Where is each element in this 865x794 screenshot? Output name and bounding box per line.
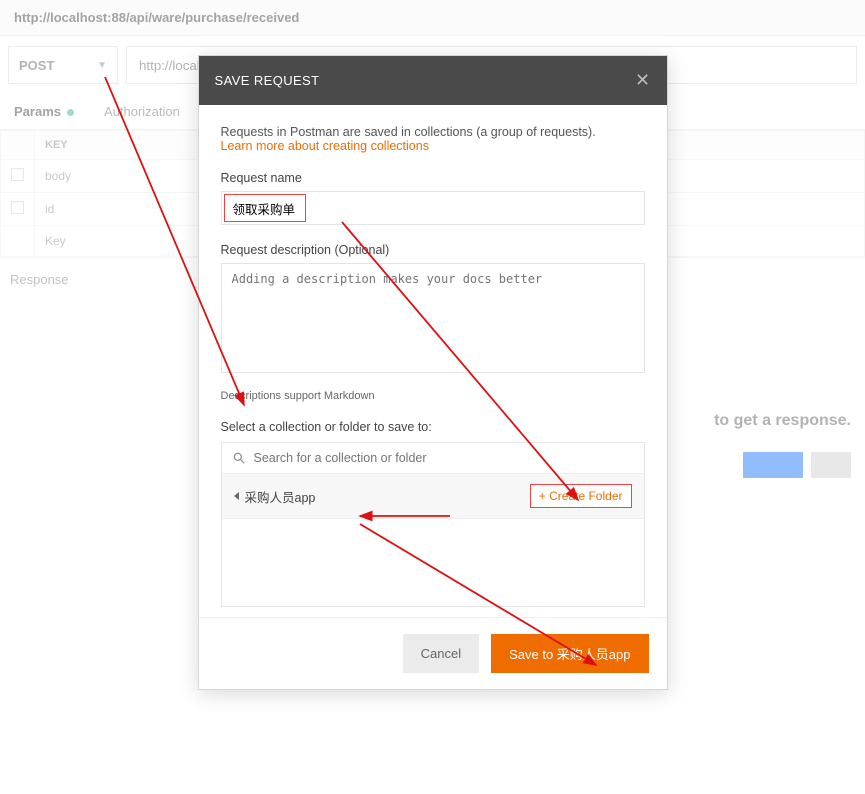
- request-desc-input[interactable]: [221, 263, 645, 373]
- request-name-input[interactable]: [224, 194, 306, 222]
- save-button[interactable]: Save to 采购人员app: [491, 634, 648, 673]
- learn-more-link[interactable]: Learn more about creating collections: [221, 139, 645, 153]
- request-name-label: Request name: [221, 171, 645, 185]
- collection-search-input[interactable]: [254, 451, 634, 465]
- close-icon[interactable]: ✕: [635, 70, 650, 91]
- search-icon: [232, 451, 246, 465]
- modal-header: SAVE REQUEST ✕: [199, 56, 667, 105]
- collection-row-left: 采购人员app: [234, 487, 316, 506]
- collection-empty-area: [222, 519, 644, 606]
- collection-picker: 采购人员app + Create Folder: [221, 442, 645, 607]
- cancel-button[interactable]: Cancel: [403, 634, 479, 673]
- request-desc-label: Request description (Optional): [221, 243, 645, 257]
- markdown-hint: Descriptions support Markdown: [221, 390, 645, 402]
- modal-body: Requests in Postman are saved in collect…: [199, 105, 667, 617]
- modal-title: SAVE REQUEST: [215, 73, 320, 88]
- select-collection-label: Select a collection or folder to save to…: [221, 420, 645, 434]
- collection-row[interactable]: 采购人员app + Create Folder: [222, 474, 644, 519]
- caret-left-icon[interactable]: [234, 492, 239, 500]
- collection-search-row: [222, 443, 644, 474]
- modal-overlay: SAVE REQUEST ✕ Requests in Postman are s…: [0, 0, 865, 794]
- info-line: Requests in Postman are saved in collect…: [221, 125, 645, 139]
- create-folder-button[interactable]: + Create Folder: [530, 484, 632, 508]
- collection-name: 采购人员app: [245, 487, 316, 506]
- save-request-modal: SAVE REQUEST ✕ Requests in Postman are s…: [198, 55, 668, 690]
- modal-footer: Cancel Save to 采购人员app: [199, 617, 667, 689]
- request-name-wrapper: [221, 191, 645, 225]
